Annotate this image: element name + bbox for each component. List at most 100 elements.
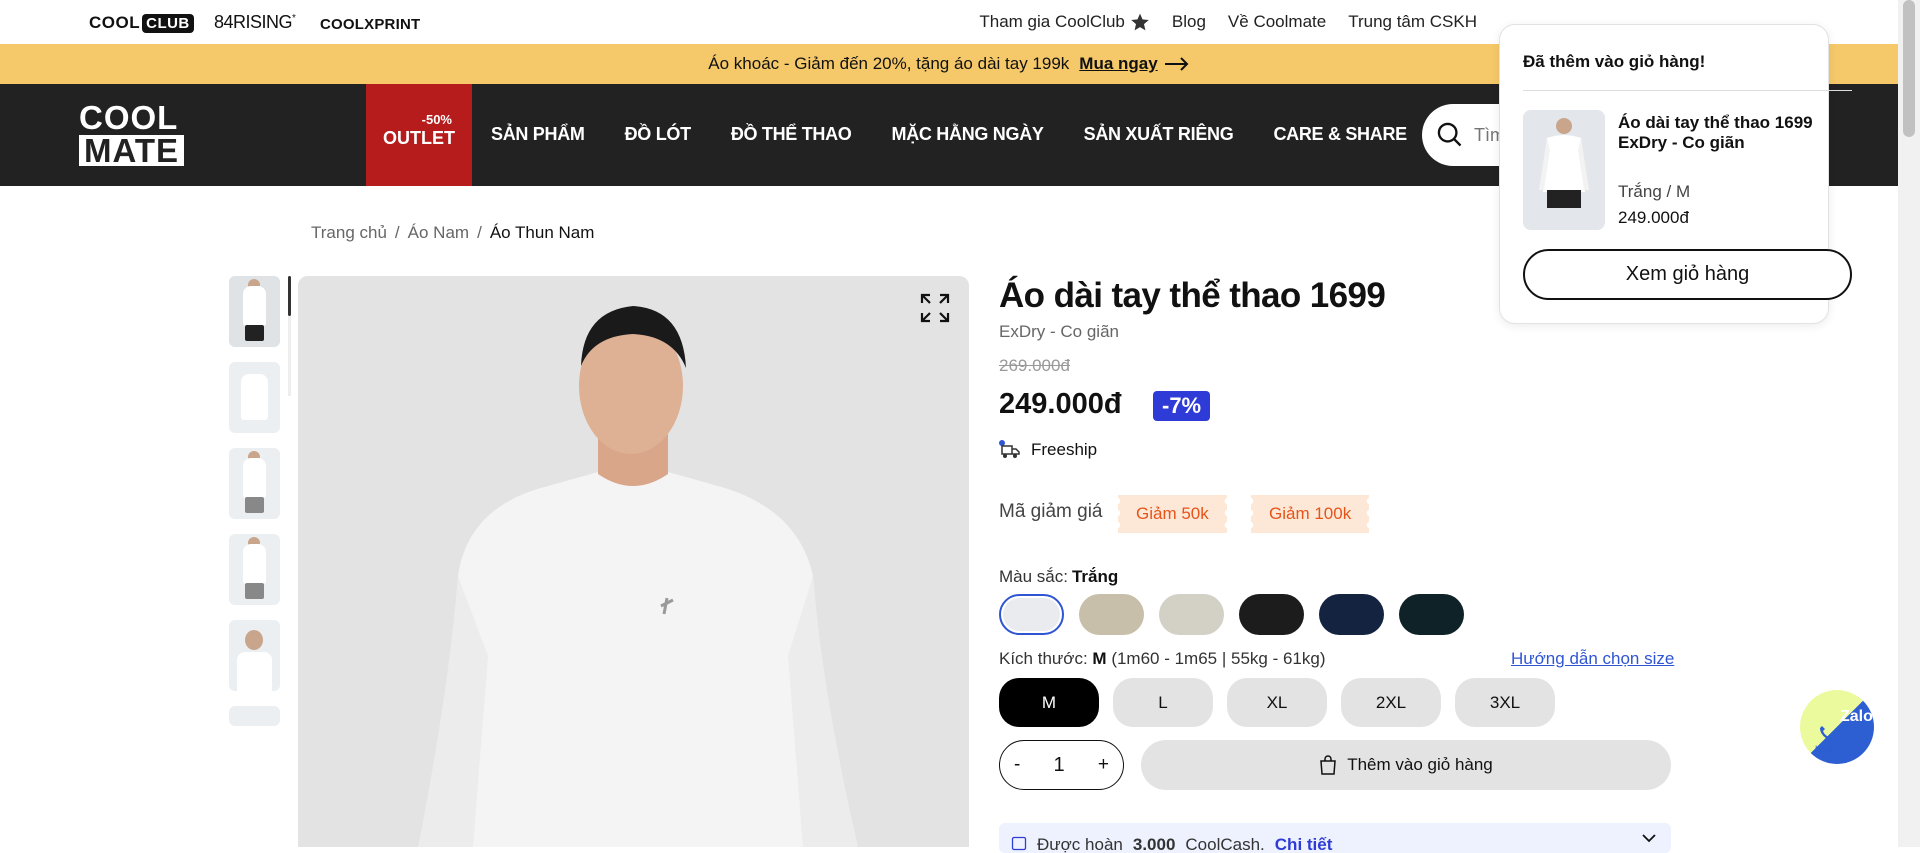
popup-product-variant: Trắng / M <box>1618 182 1691 201</box>
coolclub-brand-link[interactable]: COOL CLUB <box>89 13 194 33</box>
product-title: Áo dài tay thể thao 1699 <box>999 276 1386 315</box>
breadcrumb-separator: / <box>477 223 482 242</box>
popup-product-photo <box>1523 110 1605 230</box>
outlet-discount-badge: -50% <box>421 112 452 127</box>
popup-title: Đã thêm vào giỏ hàng! <box>1523 52 1706 71</box>
size-guide-link[interactable]: Hướng dẫn chọn size <box>1511 649 1674 669</box>
thumbnail[interactable] <box>229 448 280 519</box>
top-links: Tham gia CoolClub Blog Về Coolmate Trung… <box>979 12 1477 32</box>
coolmate-logo[interactable]: COOL MATE <box>79 99 185 167</box>
nav-item-outlet[interactable]: -50% OUTLET <box>366 84 472 186</box>
search-icon <box>1437 122 1462 147</box>
84rising-brand-sup: * <box>292 13 296 24</box>
color-label-row: Màu sắc: Trắng <box>999 567 1118 587</box>
color-label: Màu sắc: <box>999 567 1068 586</box>
page-scrollbar-thumb[interactable] <box>1903 0 1915 137</box>
customer-care-link[interactable]: Trung tâm CSKH <box>1348 12 1477 32</box>
zalo-label: Zalo <box>1840 708 1873 725</box>
size-option-3xl[interactable]: 3XL <box>1455 678 1555 727</box>
nav-item-products[interactable]: SẢN PHẨM <box>491 124 585 145</box>
breadcrumb: Trang chủ / Áo Nam / Áo Thun Nam <box>311 223 594 243</box>
promo-shop-now-link[interactable]: Mua ngay <box>1079 54 1189 74</box>
phone-icon <box>1820 726 1834 740</box>
quantity-increase-button[interactable]: + <box>1098 754 1109 776</box>
cashback-details-link[interactable]: Chi tiết <box>1275 835 1333 853</box>
join-coolclub-label: Tham gia CoolClub <box>979 12 1125 31</box>
size-label-row: Kích thước: M (1m60 - 1m65 | 55kg - 61kg… <box>999 649 1326 669</box>
star-icon <box>1131 13 1149 31</box>
view-cart-button[interactable]: Xem giỏ hàng <box>1523 249 1852 300</box>
calendar-icon <box>1011 836 1027 851</box>
nav-item-care-share[interactable]: CARE & SHARE <box>1273 124 1407 145</box>
product-photo <box>298 276 969 847</box>
size-option-2xl[interactable]: 2XL <box>1341 678 1441 727</box>
promo-text: Áo khoác - Giảm đến 20%, tặng áo dài tay… <box>708 54 1070 73</box>
size-option-l[interactable]: L <box>1113 678 1213 727</box>
nav-item-sportswear[interactable]: ĐỒ THỂ THAO <box>731 124 852 145</box>
breadcrumb-separator: / <box>394 223 400 242</box>
size-description: (1m60 - 1m65 | 55kg - 61kg) <box>1111 649 1326 668</box>
color-swatch-beige[interactable] <box>1079 594 1144 635</box>
nav-menu: SẢN PHẨM ĐỒ LÓT ĐỒ THỂ THAO MẶC HẰNG NGÀ… <box>491 124 1407 145</box>
size-option-xl[interactable]: XL <box>1227 678 1327 727</box>
breadcrumb-home[interactable]: Trang chủ <box>311 223 387 243</box>
breadcrumb-men-shirts[interactable]: Áo Nam <box>408 223 469 243</box>
size-option-m[interactable]: M <box>999 678 1099 727</box>
logo-line1: COOL <box>79 99 179 136</box>
promo-cta-label: Mua ngay <box>1079 54 1158 73</box>
popup-product-name: Áo dài tay thể thao 1699 ExDry - Co giãn <box>1618 113 1813 152</box>
hotline-label: Hotline <box>1815 744 1844 754</box>
voucher-50k[interactable]: Giảm 50k <box>1117 495 1227 533</box>
selected-size: M <box>1092 649 1107 668</box>
freeship-info: Freeship <box>999 440 1097 460</box>
84rising-brand-link[interactable]: 84RISING* <box>214 12 296 33</box>
add-to-cart-button[interactable]: Thêm vào giỏ hàng <box>1141 740 1671 790</box>
page-scrollbar[interactable] <box>1898 0 1920 847</box>
join-coolclub-link[interactable]: Tham gia CoolClub <box>979 12 1150 32</box>
quantity-value[interactable]: 1 <box>1054 754 1065 777</box>
voucher-100k[interactable]: Giảm 100k <box>1249 495 1370 533</box>
thumbnail[interactable] <box>229 706 280 726</box>
product-main-image[interactable] <box>298 276 969 847</box>
quantity-stepper: - 1 + <box>999 740 1124 790</box>
about-coolmate-link[interactable]: Về Coolmate <box>1228 12 1326 32</box>
cashback-suffix: CoolCash. <box>1185 835 1265 853</box>
add-to-cart-label: Thêm vào giỏ hàng <box>1347 755 1493 774</box>
thumbnail[interactable] <box>229 276 280 347</box>
original-price: 269.000đ <box>999 356 1070 375</box>
coolxprint-brand-link[interactable]: COOLXPRINT <box>320 16 420 33</box>
color-swatch-navy[interactable] <box>1319 594 1384 635</box>
color-swatch-black[interactable] <box>1239 594 1304 635</box>
thumbnail[interactable] <box>229 620 280 691</box>
thumbnail-scroll-track <box>288 316 291 396</box>
thumbnail[interactable] <box>229 534 280 605</box>
nav-item-custom[interactable]: SẢN XUẤT RIÊNG <box>1084 124 1234 145</box>
zalo-hotline-button[interactable]: Zalo Hotline <box>1800 690 1874 764</box>
logo-line2: MATE <box>79 134 185 167</box>
cart-added-popup: Đã thêm vào giỏ hàng! Áo dài tay thể tha… <box>1499 24 1852 324</box>
color-swatches <box>999 594 1464 635</box>
color-swatch-light-grey[interactable] <box>1159 594 1224 635</box>
breadcrumb-current: Áo Thun Nam <box>489 223 595 242</box>
popup-product-price: 249.000đ <box>1618 208 1689 227</box>
popup-product-image[interactable] <box>1523 110 1605 230</box>
chevron-down-icon[interactable] <box>1641 833 1657 843</box>
nav-item-underwear[interactable]: ĐỒ LÓT <box>625 124 692 145</box>
quantity-decrease-button[interactable]: - <box>1014 754 1020 776</box>
expand-icon[interactable] <box>919 292 951 324</box>
discount-badge: -7% <box>1153 391 1211 421</box>
size-options: M L XL 2XL 3XL <box>999 678 1555 727</box>
outlet-label: OUTLET <box>383 128 455 148</box>
popup-divider <box>1523 90 1852 91</box>
blog-link[interactable]: Blog <box>1172 12 1206 32</box>
thumbnail-scrollbar[interactable] <box>288 276 291 316</box>
color-swatch-white[interactable] <box>999 594 1064 635</box>
freeship-label: Freeship <box>1031 440 1098 459</box>
selected-color: Trắng <box>1071 567 1119 586</box>
thumbnail[interactable] <box>229 362 280 433</box>
cashback-prefix: Được hoàn <box>1037 835 1123 853</box>
84rising-brand-text: 84RISING <box>214 12 293 32</box>
color-swatch-dark-teal[interactable] <box>1399 594 1464 635</box>
nav-item-everyday[interactable]: MẶC HẰNG NGÀY <box>892 124 1044 145</box>
coolclub-brand-part1: COOL <box>89 13 141 32</box>
